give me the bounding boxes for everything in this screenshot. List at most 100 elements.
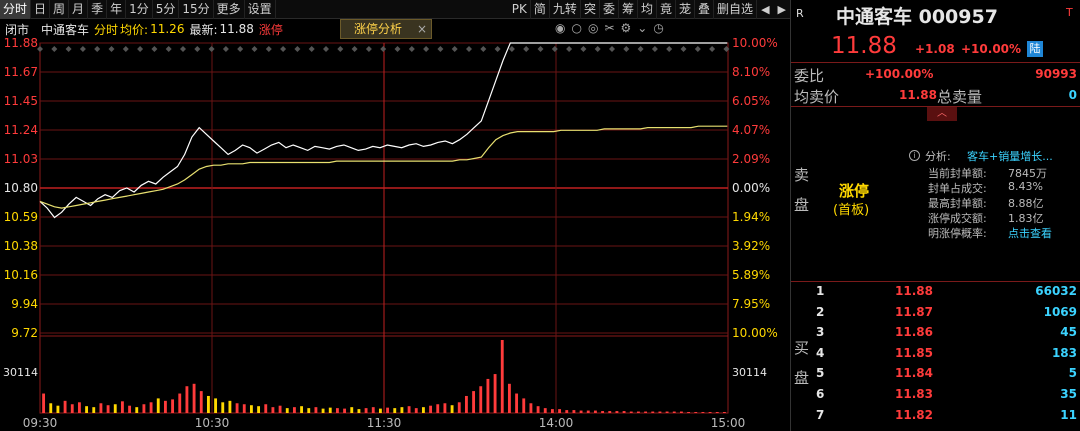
period-tab[interactable]: 15分 — [179, 0, 214, 19]
volume-bar — [558, 409, 562, 413]
volume-bar — [493, 374, 497, 413]
pct-tick-label: 6.05% — [732, 94, 770, 108]
event-marker-icon — [680, 46, 687, 52]
tool-tab[interactable]: 简 — [531, 0, 550, 19]
gear-icon[interactable]: ⚙ — [621, 21, 638, 35]
volume-bar — [414, 408, 418, 413]
volume-bar — [694, 412, 698, 413]
buy-price: 11.87 — [895, 304, 933, 319]
volume-bar — [285, 408, 289, 413]
eye-icon[interactable]: ◉ — [555, 21, 571, 35]
circle-icon[interactable]: ○ — [571, 21, 587, 35]
buy-price: 11.82 — [895, 407, 933, 422]
tool-tab[interactable]: 筹 — [619, 0, 638, 19]
chevron-down-icon[interactable]: ⌄ — [637, 21, 653, 35]
tool-tab[interactable]: 叠 — [695, 0, 715, 19]
period-tab[interactable]: 分时 — [0, 0, 32, 19]
stat-label: 涨停成交额: — [928, 212, 987, 225]
period-tab[interactable]: 年 — [107, 0, 127, 19]
volume-bar — [221, 402, 225, 413]
limit-up-title: 涨停 — [839, 182, 870, 200]
tool-tab[interactable]: 委 — [600, 0, 619, 19]
price-tick-label: 10.80 — [4, 181, 38, 195]
tool-tab[interactable]: 茏 — [676, 0, 696, 19]
event-marker-icon — [437, 46, 444, 52]
volume-bar — [278, 405, 282, 413]
event-marker-icon — [709, 46, 716, 52]
target-icon[interactable]: ◎ — [588, 21, 604, 35]
stat-value: 1.83亿 — [1008, 212, 1044, 225]
analysis-link[interactable]: 客车+销量增长... — [967, 148, 1053, 164]
pct-tick-label: 0.00% — [732, 181, 770, 195]
event-marker-icon — [79, 46, 86, 52]
volume-bar — [228, 400, 232, 413]
volume-bar — [135, 407, 139, 413]
period-tab[interactable]: 季 — [88, 0, 108, 19]
pct-tick-label: 1.94% — [732, 210, 770, 224]
buy-level: 5 — [816, 366, 825, 381]
period-tab[interactable]: 5分 — [153, 0, 180, 19]
divider — [791, 281, 1080, 282]
event-marker-icon — [294, 46, 301, 52]
volume-bar — [314, 407, 318, 413]
avg-price-value: 11.26 — [150, 22, 185, 36]
period-tab[interactable]: 设置 — [245, 0, 276, 19]
volume-bar — [371, 407, 375, 413]
collapse-icon[interactable]: ︿ — [927, 107, 957, 121]
volume-bar — [708, 412, 712, 413]
event-marker-icon — [408, 46, 415, 52]
weibi-value: +100.00% — [865, 67, 934, 81]
event-marker-icon — [108, 46, 115, 52]
price-tick-label: 10.59 — [4, 210, 38, 224]
period-tab[interactable]: 日 — [31, 0, 51, 19]
event-marker-icon — [237, 46, 244, 52]
volume-bar — [579, 410, 583, 413]
buy-qty: 35 — [1060, 387, 1077, 401]
price-tick-label: 9.72 — [11, 326, 38, 340]
probability-link[interactable]: 点击查看 — [1008, 225, 1052, 241]
stat-label: 最高封单额: — [928, 197, 987, 210]
intraday-chart: 11.88 10.00% 11.67 8.10% 11.45 6.05% 11.24 4.07… — [3, 36, 778, 430]
buy-price: 11.85 — [895, 345, 933, 360]
volume-bar — [77, 402, 81, 413]
buy-side-label: 买盘 — [794, 339, 810, 387]
event-marker-icon — [694, 46, 701, 52]
event-marker-icon — [580, 46, 587, 52]
time-tick-label: 11:30 — [367, 416, 402, 430]
period-tab[interactable]: 更多 — [214, 0, 245, 19]
event-marker-icon — [494, 46, 501, 52]
arrow-right-icon[interactable]: ▶ — [774, 0, 790, 19]
tool-tab[interactable]: 删自选 — [714, 0, 758, 19]
total-sell-label: 总卖量 — [937, 88, 983, 106]
price-tick-label: 10.16 — [4, 268, 38, 282]
stat-label: 当前封单额: — [928, 167, 987, 180]
volume-bar — [113, 404, 117, 413]
volume-bar — [307, 408, 311, 413]
period-tab[interactable]: 1分 — [126, 0, 153, 19]
volume-bar — [206, 395, 210, 413]
tool-tab[interactable]: 均 — [638, 0, 657, 19]
event-marker-icon — [380, 46, 387, 52]
event-marker-icon — [423, 46, 430, 52]
buy-qty: 1069 — [1043, 304, 1077, 319]
buy-level: 1 — [816, 284, 825, 298]
clock-icon[interactable]: ◷ — [653, 21, 669, 35]
arrow-left-icon[interactable]: ◀ — [757, 0, 773, 19]
tool-tab[interactable]: 竟 — [657, 0, 677, 19]
volume-bar — [156, 398, 160, 413]
tool-tab[interactable]: PK — [509, 0, 531, 19]
price-change-pct: +10.00% — [961, 42, 1022, 56]
price-tick-label: 9.94 — [11, 297, 38, 311]
volume-bar — [292, 407, 296, 413]
volume-bar — [163, 400, 167, 413]
period-tab[interactable]: 月 — [69, 0, 89, 19]
pct-tick-label: 2.09% — [732, 152, 770, 166]
event-marker-icon — [551, 46, 558, 52]
period-tab[interactable]: 周 — [50, 0, 70, 19]
tool-tab[interactable]: 九转 — [550, 0, 581, 19]
avg-sell-label: 均卖价 — [794, 88, 840, 106]
volume-bar — [529, 403, 533, 413]
tool-tab[interactable]: 突 — [581, 0, 600, 19]
scissors-icon[interactable]: ✂ — [604, 21, 620, 35]
buy-qty: 183 — [1051, 345, 1077, 360]
